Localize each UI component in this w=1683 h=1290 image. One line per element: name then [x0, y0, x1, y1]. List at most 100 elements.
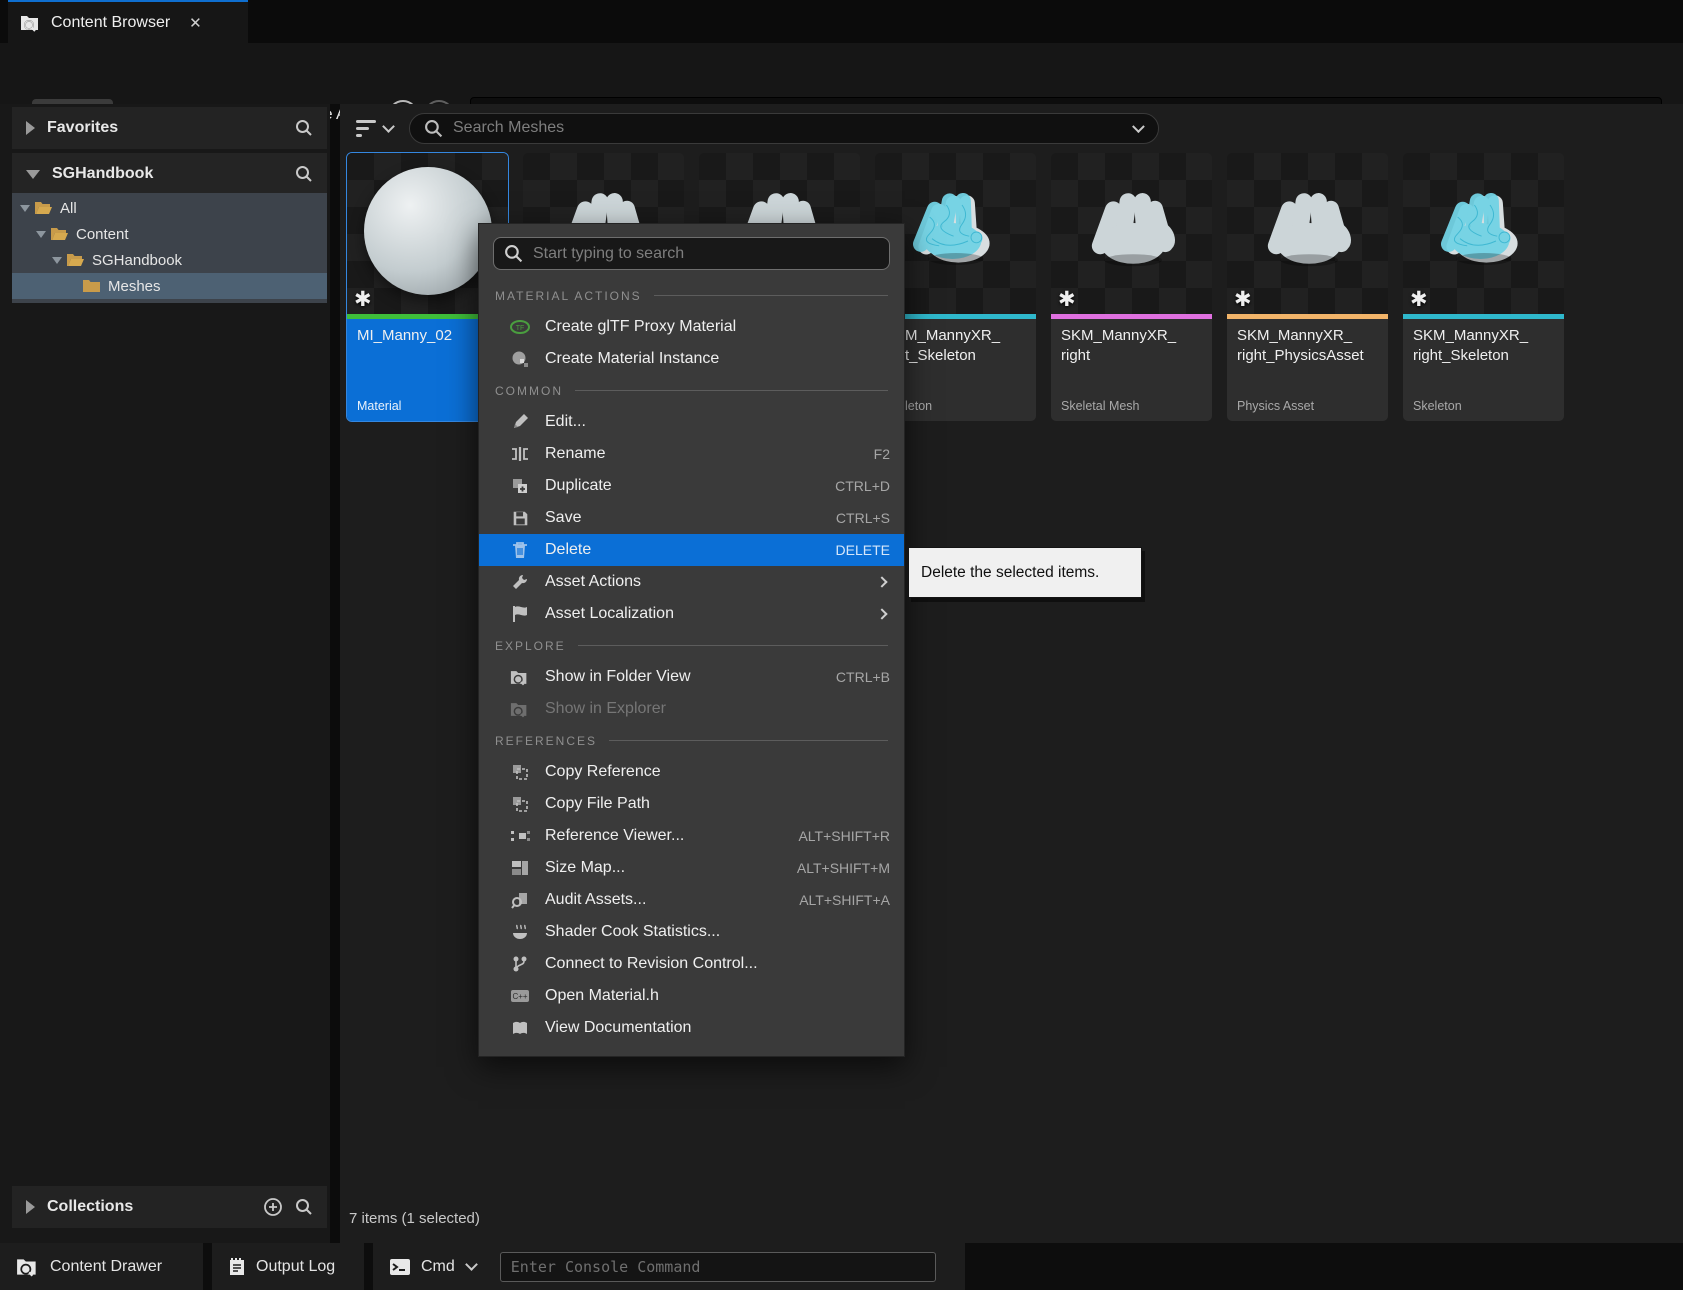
search-icon[interactable] [295, 1198, 313, 1216]
tab-content-browser[interactable]: Content Browser ✕ [8, 0, 248, 43]
favorites-header[interactable]: Favorites [12, 107, 327, 149]
reference-viewer-icon [509, 826, 531, 846]
menu-item-reference-viewer[interactable]: Reference Viewer...ALT+SHIFT+R [479, 820, 904, 852]
menu-item-create-gltf-proxy-material[interactable]: TFCreate glTF Proxy Material [479, 311, 904, 343]
hand-mesh-thumbnail [1072, 169, 1192, 289]
filter-dropdown-icon[interactable] [382, 120, 395, 133]
asset-type: Skeleton [1413, 399, 1554, 413]
search-icon[interactable] [295, 119, 313, 137]
edit-icon [509, 412, 531, 432]
menu-item-save[interactable]: SaveCTRL+S [479, 502, 904, 534]
asset-name: MI_Manny_02 [357, 326, 498, 346]
search-assets-bar[interactable] [409, 113, 1159, 144]
context-menu: MATERIAL ACTIONSTFCreate glTF Proxy Mate… [478, 223, 905, 1057]
menu-item-rename[interactable]: RenameF2 [479, 438, 904, 470]
tree-item-meshes[interactable]: Meshes [12, 273, 327, 299]
svg-text:C++: C++ [512, 992, 527, 1001]
search-assets-input[interactable] [453, 119, 1122, 137]
menu-item-audit-assets[interactable]: Audit Assets...ALT+SHIFT+A [479, 884, 904, 916]
folder-tree: AllContentSGHandbookMeshes [12, 193, 327, 303]
menu-item-duplicate[interactable]: DuplicateCTRL+D [479, 470, 904, 502]
toolbar: + Add Import Save All All Content SGHand… [0, 43, 1683, 104]
unsaved-asterisk-icon: ✱ [354, 287, 372, 312]
collections-header[interactable]: Collections [12, 1186, 327, 1228]
asset-name: M_MannyXR_t_Skeleton [905, 326, 1026, 366]
submenu-arrow-icon [876, 608, 887, 619]
menu-item-asset-actions[interactable]: Asset Actions [479, 566, 904, 598]
terminal-icon [389, 1257, 411, 1277]
cpp-icon: C++ [509, 986, 531, 1006]
add-collection-icon[interactable] [263, 1197, 283, 1217]
menu-item-copy-reference[interactable]: Copy Reference [479, 756, 904, 788]
hand-skeleton-thumbnail [896, 169, 1016, 289]
tab-close-icon[interactable]: ✕ [189, 14, 202, 32]
submenu-arrow-icon [876, 576, 887, 587]
tab-bar: Content Browser ✕ [0, 0, 1683, 43]
menu-item-shader-cook-statistics[interactable]: Shader Cook Statistics... [479, 916, 904, 948]
unsaved-asterisk-icon: ✱ [1410, 287, 1428, 312]
expand-arrow-icon[interactable] [18, 205, 32, 212]
menu-item-delete[interactable]: DeleteDELETE [479, 534, 904, 566]
open-folder-icon [50, 227, 69, 241]
asset-name: SKM_MannyXR_right_PhysicsAsset [1237, 326, 1378, 366]
rename-icon [509, 444, 531, 464]
menu-section-common: COMMON [479, 375, 904, 406]
menu-search-input[interactable] [533, 245, 879, 263]
filter-icon[interactable] [356, 120, 376, 137]
content-drawer-button[interactable]: Content Drawer [0, 1243, 203, 1290]
console-command-input[interactable] [511, 1258, 925, 1276]
menu-item-size-map[interactable]: Size Map...ALT+SHIFT+M [479, 852, 904, 884]
size-map-icon [509, 858, 531, 878]
console-command-field[interactable] [500, 1252, 936, 1282]
collapse-arrow-icon [26, 121, 35, 135]
revision-control-icon [509, 954, 531, 974]
asset-tile-skm-mannyxr-right-skeleton[interactable]: ✱ SKM_MannyXR_right_Skeleton Skeleton [1403, 153, 1564, 421]
tree-item-content[interactable]: Content [12, 221, 327, 247]
copy-icon [509, 762, 531, 782]
search-icon[interactable] [295, 165, 313, 183]
open-folder-icon [66, 253, 85, 267]
output-log-button[interactable]: Output Log [212, 1243, 364, 1290]
menu-item-edit[interactable]: Edit... [479, 406, 904, 438]
asset-tile-skm-mannyxr-right-physicsasset[interactable]: ✱ SKM_MannyXR_right_PhysicsAsset Physics A… [1227, 153, 1388, 421]
menu-item-show-in-folder-view[interactable]: Show in Folder ViewCTRL+B [479, 661, 904, 693]
tree-item-sghandbook[interactable]: SGHandbook [12, 247, 327, 273]
asset-type: Physics Asset [1237, 399, 1378, 413]
item-count: 7 items (1 selected) [349, 1210, 480, 1227]
asset-tile-skm-mannyxr-right[interactable]: ✱SKM_MannyXR_rightSkeletal Mesh [1051, 153, 1212, 421]
content-drawer-icon [16, 1257, 40, 1277]
cmd-selector[interactable]: Cmd [373, 1243, 965, 1290]
tree-item-all[interactable]: All [12, 195, 327, 221]
menu-item-show-in-explorer[interactable]: Show in Explorer [479, 693, 904, 725]
search-options-chevron-icon[interactable] [1132, 120, 1144, 132]
show-in-explorer-icon [509, 699, 531, 719]
expand-arrow-icon[interactable] [50, 257, 64, 264]
asset-name: SKM_MannyXR_right [1061, 326, 1202, 366]
search-icon [504, 244, 523, 263]
menu-item-copy-file-path[interactable]: Copy File Path [479, 788, 904, 820]
content-browser-icon [20, 14, 42, 32]
asset-type: Skeletal Mesh [1061, 399, 1202, 413]
save-icon [509, 508, 531, 528]
menu-item-asset-localization[interactable]: Asset Localization [479, 598, 904, 630]
menu-search-bar[interactable] [493, 237, 890, 270]
menu-section-explore: EXPLORE [479, 630, 904, 661]
menu-section-references: REFERENCES [479, 725, 904, 756]
sources-header[interactable]: SGHandbook [12, 153, 327, 195]
tab-title: Content Browser [51, 14, 170, 32]
material-sphere-thumbnail [364, 167, 492, 295]
menu-item-view-documentation[interactable]: View Documentation [479, 1012, 904, 1044]
expand-arrow-icon[interactable] [34, 231, 48, 238]
duplicate-icon [509, 476, 531, 496]
docs-icon [509, 1018, 531, 1038]
menu-item-create-material-instance[interactable]: Create Material Instance [479, 343, 904, 375]
menu-item-connect-to-revision-control[interactable]: Connect to Revision Control... [479, 948, 904, 980]
svg-text:TF: TF [516, 325, 525, 332]
cmd-dropdown-icon[interactable] [465, 1258, 478, 1271]
asset-name: SKM_MannyXR_right_Skeleton [1413, 326, 1554, 366]
unsaved-asterisk-icon: ✱ [1234, 287, 1252, 312]
menu-item-open-material-h[interactable]: C++Open Material.h [479, 980, 904, 1012]
tooltip: Delete the selected items. [908, 547, 1142, 598]
hand-mesh-thumbnail [1248, 169, 1368, 289]
hand-skeleton-thumbnail [1424, 169, 1544, 289]
